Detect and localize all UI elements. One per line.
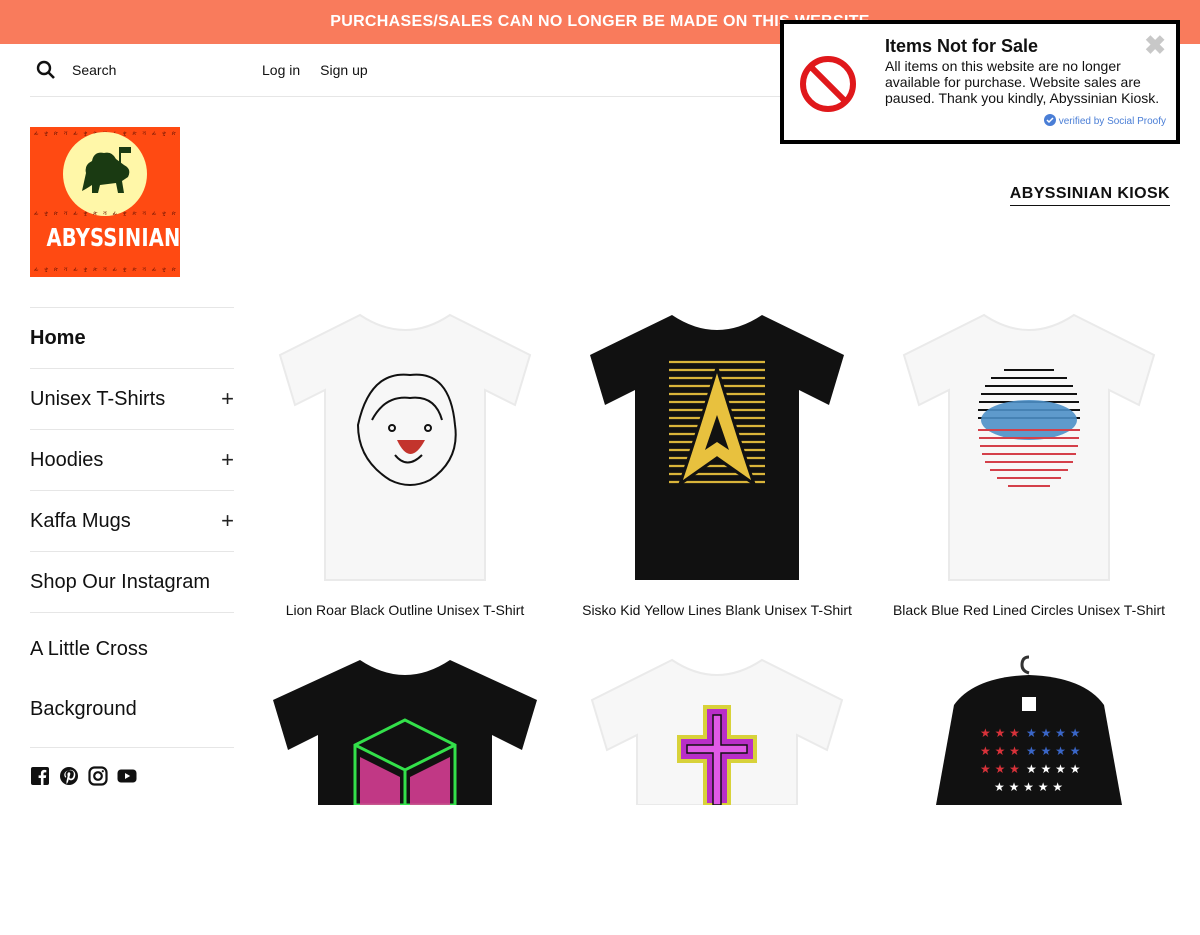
lion-icon [82, 147, 131, 193]
sidebar-item-label-line1: A Little Cross [30, 638, 148, 660]
popup-message: All items on this website are no longer … [885, 58, 1160, 106]
sidebar-item-label: Kaffa Mugs [30, 509, 131, 532]
product-image[interactable] [572, 300, 862, 590]
prohibited-icon [798, 54, 858, 119]
sidebar-item-label: Shop Our Instagram [30, 570, 211, 593]
product-title[interactable]: Sisko Kid Yellow Lines Blank Unisex T-Sh… [572, 602, 862, 618]
check-icon [1043, 114, 1056, 129]
svg-text:★ ★ ★ ★: ★ ★ ★ ★ [1026, 726, 1080, 740]
login-link[interactable]: Log in [262, 62, 300, 78]
popup-title: Items Not for Sale [885, 36, 1039, 56]
brand-link[interactable]: ABYSSINIAN KIOSK [1009, 185, 1170, 206]
product-card[interactable]: ★ ★ ★ ★ ★ ★ ★ ★ ★ ★ ★ ★ ★ ★ ★ ★ ★ ★ ★ ★ ★ ★ … [884, 645, 1174, 935]
product-image[interactable] [884, 300, 1174, 590]
product-title[interactable]: Lion Roar Black Outline Unisex T-Shirt [260, 602, 550, 618]
svg-text:★ ★ ★: ★ ★ ★ [980, 744, 1020, 758]
sidebar-item-label: Hoodies [30, 448, 104, 471]
product-card[interactable]: Sisko Kid Yellow Lines Blank Unisex T-Sh… [572, 300, 862, 618]
instagram-icon[interactable] [88, 766, 108, 786]
product-card[interactable] [260, 645, 550, 935]
sidebar-item-home[interactable]: Home [30, 307, 234, 368]
expand-icon[interactable]: + [221, 447, 234, 473]
notification-popup[interactable]: Items Not for Sale All items on this web… [780, 20, 1180, 144]
signup-link[interactable]: Sign up [320, 62, 367, 78]
sidebar-item-label: Unisex T-Shirts [30, 387, 166, 410]
sidebar-item-label: Home [30, 326, 86, 349]
svg-text:★ ★ ★ ★: ★ ★ ★ ★ [1026, 744, 1080, 758]
product-card[interactable]: Black Blue Red Lined Circles Unisex T-Sh… [884, 300, 1174, 618]
svg-text:★ ★ ★: ★ ★ ★ [980, 726, 1020, 740]
sidebar-nav: Home Unisex T-Shirts + Hoodies + Kaffa M… [30, 307, 234, 786]
product-image[interactable] [260, 300, 550, 590]
logo-text: ABYSSINIAN [46, 223, 180, 252]
product-card[interactable]: Lion Roar Black Outline Unisex T-Shirt [260, 300, 550, 618]
svg-text:★ ★ ★: ★ ★ ★ [980, 762, 1020, 776]
expand-icon[interactable]: + [221, 386, 234, 412]
expand-icon[interactable]: + [221, 508, 234, 534]
svg-text:★ ★ ★ ★: ★ ★ ★ ★ [1026, 762, 1080, 776]
sidebar-item-hoodies[interactable]: Hoodies + [30, 429, 234, 490]
svg-text:★ ★ ★ ★ ★: ★ ★ ★ ★ ★ [994, 780, 1063, 794]
social-links [30, 766, 234, 786]
product-image[interactable] [260, 645, 550, 935]
search-icon[interactable] [35, 59, 57, 81]
close-icon[interactable]: ✖ [1144, 30, 1166, 61]
pinterest-icon[interactable] [59, 766, 79, 786]
product-image[interactable] [572, 645, 862, 935]
youtube-icon[interactable] [117, 766, 137, 786]
product-card[interactable] [572, 645, 862, 935]
sidebar-item-kaffa-mugs[interactable]: Kaffa Mugs + [30, 490, 234, 551]
sidebar-item-instagram[interactable]: Shop Our Instagram [30, 551, 234, 612]
product-image[interactable]: ★ ★ ★ ★ ★ ★ ★ ★ ★ ★ ★ ★ ★ ★ ★ ★ ★ ★ ★ ★ ★ ★ … [884, 645, 1174, 935]
sidebar-item-cross-background[interactable]: A Little Cross Background [30, 612, 234, 748]
search-input[interactable]: Search [72, 62, 262, 78]
product-title[interactable]: Black Blue Red Lined Circles Unisex T-Sh… [884, 602, 1174, 618]
verified-badge[interactable]: verified by Social Proofy [1043, 114, 1166, 129]
site-logo[interactable]: ፊ ቋ ጵ ሻ ፊ ቋ ጵ ሻ ፊ ቋ ጵ ሻ ፊ ቋ ጵ ሻ ፊ ቋ ጵ ሻ … [30, 127, 180, 277]
facebook-icon[interactable] [30, 766, 50, 786]
verified-text: verified by Social Proofy [1058, 116, 1166, 127]
sidebar-item-unisex-tshirts[interactable]: Unisex T-Shirts + [30, 368, 234, 429]
sidebar-item-label-line2: Background [30, 698, 137, 720]
